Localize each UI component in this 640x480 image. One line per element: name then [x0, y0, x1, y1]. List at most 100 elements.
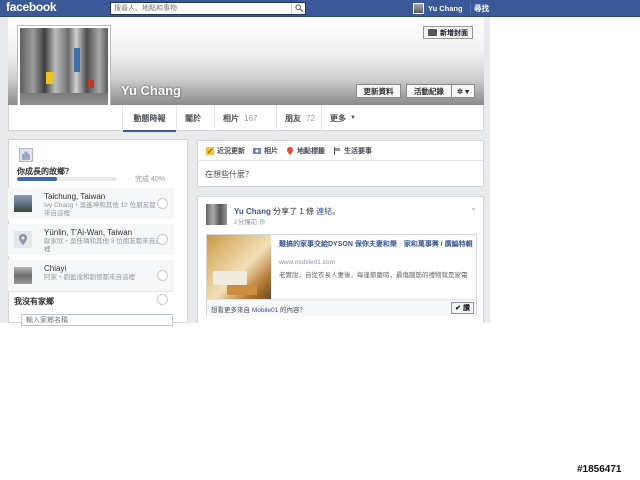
suggestion-desc: 歐家欣・吳佳璘和其他 3 位朋友都來自這裡 [44, 238, 162, 253]
composer-tab-label: 生活要事 [344, 147, 372, 155]
image-sofa [213, 271, 247, 285]
top-bar: facebook Yu Chang 尋找 [0, 0, 640, 17]
shared-link-image[interactable] [207, 235, 271, 299]
composer-tab-status[interactable]: 近況更新 [206, 146, 245, 156]
settings-dropdown-button[interactable]: ✲ ▾ [451, 84, 475, 98]
hometown-suggestion[interactable]: Yünlin, T'Ai-Wan, Taiwan 歐家欣・吳佳璘和其他 3 位朋… [8, 224, 174, 256]
page-suggestion-text: 想看更多來自 Mobile01 的內容？ [211, 304, 306, 314]
tab-more[interactable]: 更多 ▼ [321, 105, 369, 131]
shared-link-title[interactable]: 難搞的家事交給DYSON 保你夫妻和樂 家和萬事興 / 廣編特輯 [279, 240, 475, 249]
house-icon [19, 148, 33, 162]
globe-icon: ⊕ [258, 219, 266, 226]
friends-count: 72 [306, 113, 315, 123]
tab-photos[interactable]: 相片 167 [214, 105, 276, 131]
avatar [413, 3, 424, 14]
select-radio[interactable] [157, 198, 168, 209]
tab-label: 動態時報 [133, 113, 166, 123]
hometown-suggestion[interactable]: Taichung, Taiwan Ivy Chang・吳進坤和其他 12 位朋友… [8, 188, 174, 220]
like-page-button[interactable]: ✔ 讚 [451, 302, 474, 314]
search-box[interactable] [110, 2, 306, 15]
photo-sign [88, 80, 94, 88]
search-input[interactable] [111, 3, 289, 14]
tab-label: 朋友 [285, 113, 301, 123]
select-radio[interactable] [157, 294, 168, 305]
post-timestamp[interactable]: 2分鐘前 ⊕ [234, 216, 265, 226]
photo-sign [74, 48, 80, 72]
tab-about[interactable]: 關於 [176, 105, 214, 131]
add-cover-button[interactable]: 新增封面 [423, 26, 473, 39]
active-tab-indicator [123, 130, 176, 132]
tab-friends[interactable]: 朋友 72 [276, 105, 321, 131]
foot-prefix: 想看更多來自 [211, 307, 252, 314]
status-composer: 近況更新 相片 地點標籤 生活要事 在想些什麼？ [197, 140, 484, 187]
facebook-logo[interactable]: facebook [6, 0, 57, 14]
camera-icon [428, 29, 437, 36]
suggestion-title: Chiayi [44, 264, 67, 273]
photo-icon [253, 147, 261, 154]
tab-label: 相片 [223, 113, 239, 123]
shared-link-url: www.mobile01.com [279, 259, 335, 266]
location-thumbnail [14, 267, 32, 284]
timeline-post: Yu Chang 分享了 1 條 連結。 2分鐘前 ⊕ ⌄ 難搞的家事交給DYS… [197, 196, 484, 323]
top-user-link[interactable]: Yu Chang [413, 2, 463, 15]
composer-tab-label: 相片 [264, 147, 278, 155]
find-friends-link[interactable]: 尋找 [474, 3, 489, 14]
post-author[interactable]: Yu Chang [234, 207, 271, 216]
caret-down-icon: ▼ [350, 115, 356, 121]
suggestion-title: Yünlin, T'Ai-Wan, Taiwan [44, 228, 133, 237]
flag-icon [334, 146, 340, 155]
photo-sign [46, 72, 54, 84]
shared-link-card[interactable]: 難搞的家事交給DYSON 保你夫妻和樂 家和萬事興 / 廣編特輯 www.mob… [206, 234, 477, 316]
composer-tab-place[interactable]: 地點標籤 [286, 146, 325, 156]
page-link[interactable]: Mobile01 [252, 307, 278, 314]
search-icon [295, 4, 303, 12]
composer-tabs: 近況更新 相片 地點標籤 生活要事 [198, 141, 483, 161]
post-link-word[interactable]: 連結 [316, 207, 332, 216]
map-pin-icon [287, 146, 293, 155]
tab-label: 關於 [185, 113, 201, 123]
hometown-question: 你成長的故鄉？ [17, 167, 73, 176]
update-info-button[interactable]: 更新資料 [356, 84, 401, 98]
composer-tab-label: 近況更新 [217, 147, 245, 155]
composer-tab-label: 地點標籤 [297, 147, 325, 155]
composer-tab-life-event[interactable]: 生活要事 [333, 146, 372, 156]
select-radio[interactable] [157, 234, 168, 245]
avatar[interactable] [206, 204, 227, 225]
location-thumbnail [14, 195, 32, 212]
search-button[interactable] [291, 3, 305, 14]
profile-name[interactable]: Yu Chang [121, 83, 181, 98]
chevron-down-icon[interactable]: ⌄ [470, 203, 477, 212]
pencil-icon [206, 146, 214, 155]
profile-tab-bar: 動態時報 關於 相片 167 朋友 72 更多 ▼ [8, 105, 484, 132]
suggestion-title: Taichung, Taiwan [44, 192, 106, 201]
foot-suffix: 的內容？ [278, 307, 307, 314]
post-action: 分享了 1 條 [273, 207, 315, 216]
add-cover-label: 新增封面 [440, 29, 468, 37]
post-punct: 。 [332, 207, 341, 216]
top-user-name: Yu Chang [428, 4, 463, 13]
activity-log-button[interactable]: 活動紀錄 [406, 84, 452, 98]
like-label: 讚 [463, 305, 470, 312]
tab-label: 更多 [330, 113, 346, 123]
check-icon: ✔ [455, 305, 461, 312]
composer-tab-photo[interactable]: 相片 [253, 146, 278, 156]
no-hometown-option[interactable]: 我沒有家鄉 [8, 291, 174, 307]
progress-text: 完成 40% [135, 176, 165, 183]
hometown-input[interactable] [21, 314, 173, 326]
no-hometown-label: 我沒有家鄉 [14, 297, 54, 306]
select-radio[interactable] [157, 270, 168, 281]
hometown-suggestion[interactable]: Chiayi 阿家・劉盈達和劉德都來自這裡 [8, 260, 174, 292]
watermark-id: #1856471 [577, 464, 622, 475]
suggestion-desc: 阿家・劉盈達和劉德都來自這裡 [44, 274, 135, 281]
hometown-progress-bar [17, 177, 117, 181]
tab-timeline[interactable]: 動態時報 [122, 105, 176, 132]
progress-fill [17, 177, 57, 181]
shared-link-footer: 想看更多來自 Mobile01 的內容？ ✔ 讚 [207, 299, 476, 316]
suggestion-desc: Ivy Chang・吳進坤和其他 12 位朋友都來自這裡 [44, 202, 156, 217]
composer-input[interactable]: 在想些什麼？ [205, 169, 253, 180]
photos-count: 167 [244, 113, 258, 123]
shared-link-desc: 老實說，自從衣長人妻後，每逢節慶時，最傷腦筋的禮物就是家電 [279, 272, 468, 279]
map-pin-icon [14, 231, 32, 248]
post-time-text: 2分鐘前 [234, 219, 258, 226]
divider [470, 3, 471, 14]
